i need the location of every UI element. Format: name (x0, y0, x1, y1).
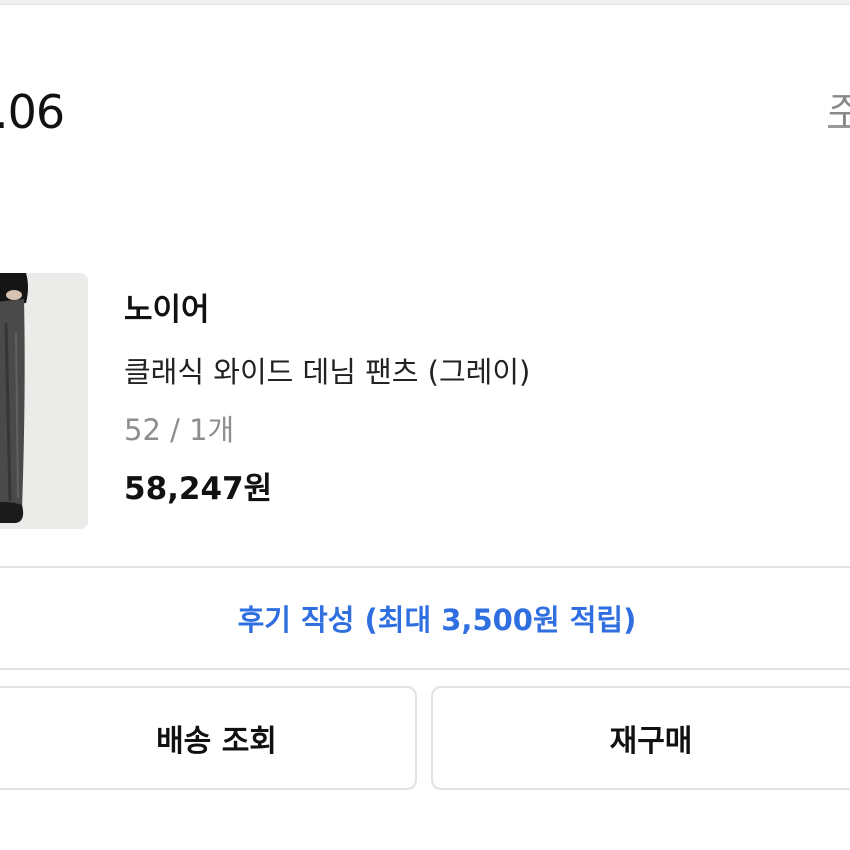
track-shipping-label: 배송 조회 (156, 724, 277, 759)
order-detail-link[interactable]: 주 (828, 90, 850, 134)
product-price: 58,247원 (124, 471, 273, 507)
product-name[interactable]: 클래식 와이드 데님 팬츠 (그레이) (124, 352, 530, 392)
denim-pants-photo-icon (0, 273, 88, 529)
product-option: 52 / 1개 (124, 413, 235, 447)
write-review-label: 후기 작성 (최대 3,500원 적립) (237, 603, 637, 637)
product-thumbnail[interactable] (0, 273, 88, 529)
reorder-button[interactable]: 재구매 (431, 686, 850, 790)
order-status-label: ! (0, 198, 3, 238)
reorder-label: 재구매 (609, 724, 693, 759)
order-date: .06 (0, 85, 65, 139)
product-brand[interactable]: 노이어 (124, 290, 210, 330)
write-review-button[interactable]: 후기 작성 (최대 3,500원 적립) (0, 566, 850, 670)
top-divider (0, 0, 850, 5)
track-shipping-button[interactable]: 배송 조회 (0, 686, 417, 790)
